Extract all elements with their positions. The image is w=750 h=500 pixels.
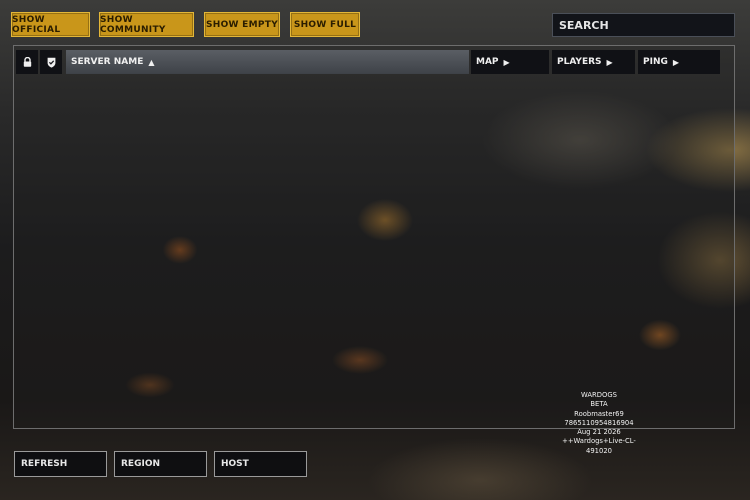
verified-column-header[interactable] (40, 50, 62, 74)
players-header-label: PLAYERS (557, 57, 602, 67)
region-label: REGION (121, 459, 160, 469)
shield-check-icon (47, 57, 55, 68)
sort-ascending-icon: ▲ (148, 57, 155, 67)
refresh-label: REFRESH (21, 459, 68, 469)
build-info-line: BETA (590, 400, 608, 409)
show-empty-label: SHOW EMPTY (205, 19, 279, 30)
build-info-line: Aug 21 2026 (577, 428, 621, 437)
lock-column-header[interactable] (16, 50, 38, 74)
sort-arrow-icon: ▶ (606, 57, 613, 67)
show-community-label: SHOW COMMUNITY (100, 14, 166, 35)
host-button[interactable]: HOST (214, 451, 307, 477)
sort-arrow-icon: ▶ (503, 57, 510, 67)
build-info-line: ++Wardogs+Live-CL-491020 (562, 437, 636, 455)
build-info-line: 7865110954816904 (564, 418, 634, 427)
show-official-button[interactable]: SHOW OFFICIAL (11, 12, 90, 37)
server-name-column-header[interactable]: SERVER NAME ▲ (66, 50, 469, 74)
search-input[interactable] (552, 13, 735, 37)
show-official-label: SHOW OFFICIAL (12, 14, 61, 35)
build-info-line: WARDOGS (581, 391, 617, 399)
map-header-label: MAP (476, 57, 499, 67)
lock-icon (23, 57, 31, 67)
server-list-panel[interactable]: SERVER NAME ▲ MAP ▶ PLAYERS ▶ PING ▶ (13, 45, 735, 429)
ping-column-header[interactable]: PING ▶ (638, 50, 720, 74)
server-name-header-label: SERVER NAME (71, 57, 144, 67)
refresh-button[interactable]: REFRESH (14, 451, 107, 477)
show-empty-button[interactable]: SHOW EMPTY (204, 12, 280, 37)
ping-header-label: PING (643, 57, 668, 67)
show-full-label: SHOW FULL (293, 19, 357, 30)
map-column-header[interactable]: MAP ▶ (471, 50, 549, 74)
region-button[interactable]: REGION (114, 451, 207, 477)
players-column-header[interactable]: PLAYERS ▶ (552, 50, 635, 74)
build-info: WARDOGS BETA Roobmaster69 78651109548169… (551, 391, 647, 456)
show-community-button[interactable]: SHOW COMMUNITY (99, 12, 194, 37)
sort-arrow-icon: ▶ (672, 57, 680, 67)
build-info-line: Roobmaster69 (574, 409, 624, 418)
show-full-button[interactable]: SHOW FULL (290, 12, 360, 37)
host-label: HOST (221, 459, 249, 469)
